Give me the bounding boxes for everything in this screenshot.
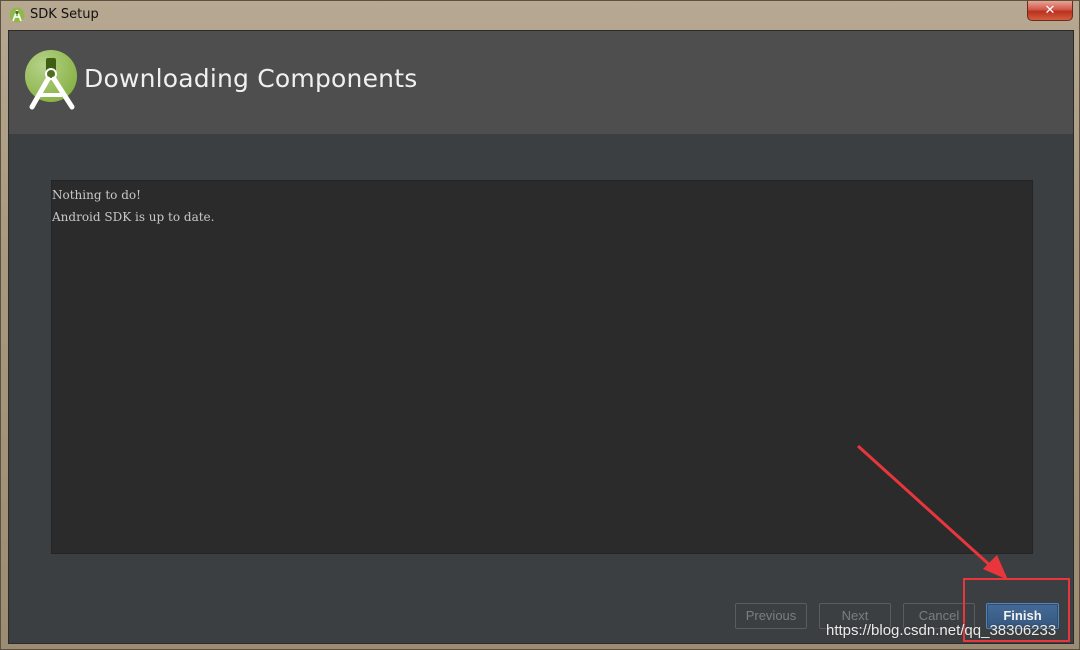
header-panel: Downloading Components <box>9 31 1073 134</box>
console-line: Nothing to do! <box>52 188 141 202</box>
console-line: Android SDK is up to date. <box>52 210 215 224</box>
page-title: Downloading Components <box>84 64 418 93</box>
watermark: https://blog.csdn.net/qq_38306233 <box>826 622 1057 639</box>
output-console[interactable]: Nothing to do! Android SDK is up to date… <box>51 180 1033 554</box>
title-bar[interactable]: SDK Setup ✕ <box>1 1 1080 29</box>
close-button[interactable]: ✕ <box>1027 1 1073 21</box>
android-studio-logo-icon <box>25 50 77 110</box>
window-title: SDK Setup <box>30 7 99 22</box>
dialog-body: Downloading Components Nothing to do! An… <box>8 30 1074 644</box>
previous-button[interactable]: Previous <box>735 603 807 629</box>
android-studio-icon <box>9 7 25 23</box>
window-frame: SDK Setup ✕ Downloading Components Nothi… <box>0 0 1080 650</box>
close-icon: ✕ <box>1044 2 1056 17</box>
